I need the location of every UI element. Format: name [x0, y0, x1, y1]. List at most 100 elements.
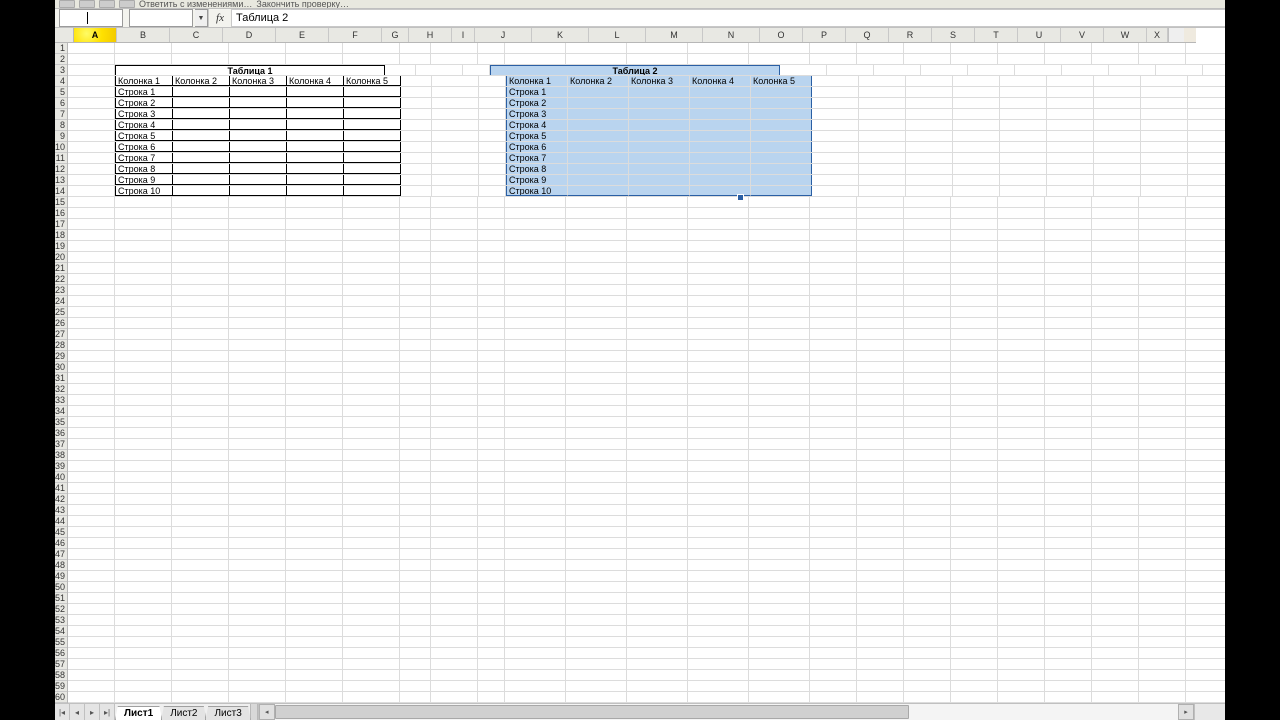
cell[interactable]: [627, 329, 688, 339]
cell[interactable]: [1186, 417, 1225, 427]
cell[interactable]: [1047, 142, 1094, 152]
cell[interactable]: [1186, 527, 1225, 537]
cell[interactable]: [953, 164, 1000, 174]
cell[interactable]: [1188, 131, 1225, 141]
cell[interactable]: [688, 439, 749, 449]
cell[interactable]: [230, 153, 287, 163]
cell[interactable]: [68, 197, 115, 207]
cell[interactable]: [400, 54, 431, 64]
cell[interactable]: [172, 428, 229, 438]
cell[interactable]: [998, 571, 1045, 581]
cell[interactable]: [688, 373, 749, 383]
cell-grid[interactable]: Таблица 1Таблица 2Колонка 1Колонка 2Коло…: [68, 43, 1225, 703]
cell[interactable]: [810, 296, 857, 306]
cell[interactable]: [904, 472, 951, 482]
row-header[interactable]: 56: [55, 648, 67, 659]
cell[interactable]: [478, 43, 505, 53]
cell[interactable]: [1188, 76, 1225, 86]
cell[interactable]: [478, 54, 505, 64]
cell[interactable]: [478, 560, 505, 570]
cell[interactable]: [431, 527, 478, 537]
cell[interactable]: [810, 384, 857, 394]
cell[interactable]: [68, 241, 115, 251]
cell[interactable]: [951, 626, 998, 636]
cell[interactable]: [1139, 461, 1186, 471]
cell[interactable]: [401, 109, 432, 119]
cell[interactable]: [951, 241, 998, 251]
cell[interactable]: [432, 164, 479, 174]
cell[interactable]: [343, 483, 400, 493]
cell[interactable]: Строка 2: [115, 98, 173, 108]
cell[interactable]: [286, 648, 343, 658]
row-header[interactable]: 12: [55, 164, 67, 175]
cell[interactable]: [566, 472, 627, 482]
cell[interactable]: [566, 219, 627, 229]
cell[interactable]: [566, 197, 627, 207]
cell[interactable]: [1139, 648, 1186, 658]
cell[interactable]: [629, 175, 690, 185]
cell[interactable]: [1188, 142, 1225, 152]
cell[interactable]: [904, 417, 951, 427]
cell[interactable]: [998, 450, 1045, 460]
cell[interactable]: [172, 285, 229, 295]
cell[interactable]: [286, 494, 343, 504]
row-header[interactable]: 19: [55, 241, 67, 252]
row-header[interactable]: 42: [55, 494, 67, 505]
cell[interactable]: [1092, 637, 1139, 647]
cell[interactable]: [400, 604, 431, 614]
cell[interactable]: [857, 285, 904, 295]
cell[interactable]: [568, 164, 629, 174]
cell[interactable]: [1092, 549, 1139, 559]
toolbar-button[interactable]: [79, 0, 95, 8]
column-header[interactable]: T: [975, 28, 1018, 42]
cell[interactable]: [431, 692, 478, 702]
cell[interactable]: [229, 362, 286, 372]
cell[interactable]: [904, 197, 951, 207]
cell[interactable]: [998, 329, 1045, 339]
cell[interactable]: [478, 659, 505, 669]
cell[interactable]: [432, 98, 479, 108]
cell[interactable]: [287, 175, 344, 185]
cell[interactable]: [566, 263, 627, 273]
cell[interactable]: [505, 439, 566, 449]
cell[interactable]: [286, 296, 343, 306]
cell[interactable]: [904, 483, 951, 493]
cell[interactable]: Колонка 3: [629, 76, 690, 86]
cell[interactable]: [229, 439, 286, 449]
cell[interactable]: [172, 571, 229, 581]
cell[interactable]: [173, 142, 230, 152]
cell[interactable]: [172, 329, 229, 339]
cell[interactable]: [951, 417, 998, 427]
cell[interactable]: [688, 538, 749, 548]
cell[interactable]: [68, 604, 115, 614]
cell[interactable]: [627, 538, 688, 548]
cell[interactable]: [951, 538, 998, 548]
cell[interactable]: [688, 549, 749, 559]
cell[interactable]: [286, 428, 343, 438]
cell[interactable]: Таблица 2: [490, 65, 780, 75]
cell[interactable]: [344, 109, 401, 119]
cell[interactable]: [1186, 516, 1225, 526]
cell[interactable]: [1045, 285, 1092, 295]
cell[interactable]: [286, 505, 343, 515]
cell[interactable]: [68, 461, 115, 471]
cell[interactable]: [810, 494, 857, 504]
cell[interactable]: [400, 417, 431, 427]
cell[interactable]: [478, 263, 505, 273]
cell[interactable]: [1045, 329, 1092, 339]
cell[interactable]: [432, 87, 479, 97]
cell[interactable]: [1139, 362, 1186, 372]
cell[interactable]: [400, 274, 431, 284]
cell[interactable]: [857, 362, 904, 372]
cell[interactable]: [1092, 208, 1139, 218]
cell[interactable]: [1047, 164, 1094, 174]
cell[interactable]: [857, 274, 904, 284]
row-header[interactable]: 6: [55, 98, 67, 109]
cell[interactable]: [505, 461, 566, 471]
cell[interactable]: [566, 670, 627, 680]
cell[interactable]: [478, 538, 505, 548]
cell[interactable]: [400, 593, 431, 603]
cell[interactable]: [1047, 87, 1094, 97]
cell[interactable]: [230, 98, 287, 108]
cell[interactable]: [857, 560, 904, 570]
